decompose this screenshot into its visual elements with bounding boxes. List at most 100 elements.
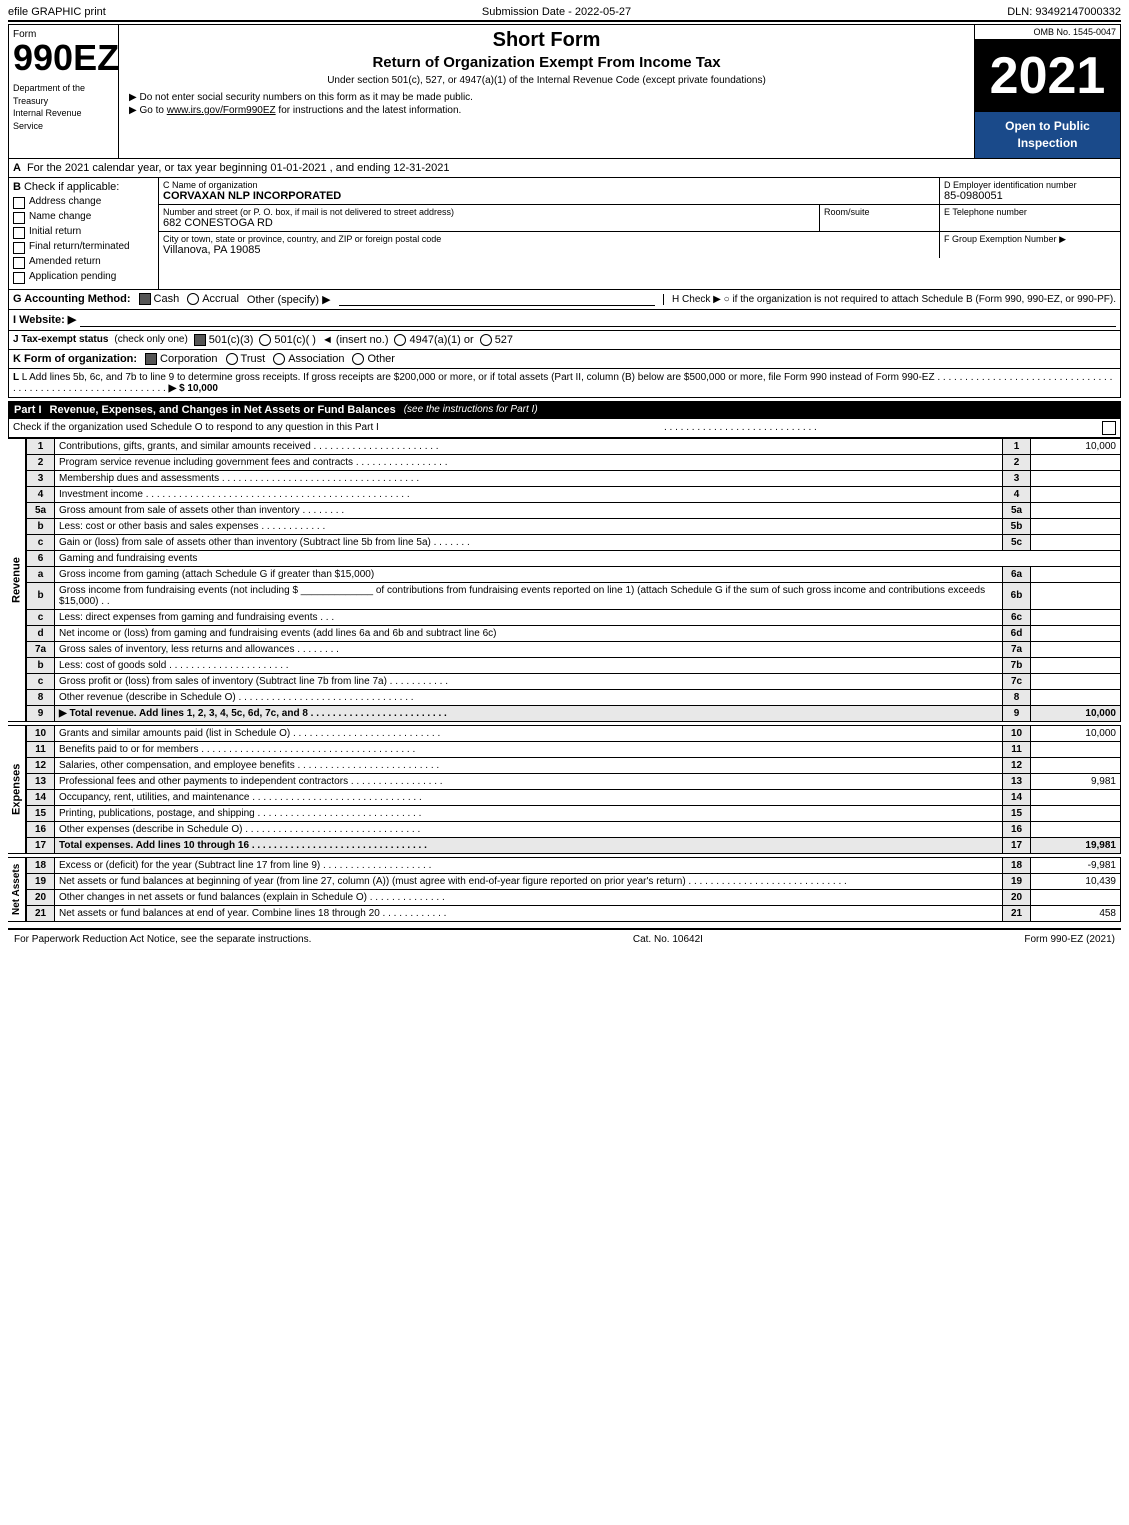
other-org-radio[interactable] — [352, 353, 364, 365]
efile-label: efile GRAPHIC print — [8, 6, 106, 18]
col-value — [1031, 889, 1121, 905]
col-num: 13 — [1003, 773, 1031, 789]
name-change-label: Name change — [29, 211, 91, 222]
revenue-section: Revenue 1 Contributions, gifts, grants, … — [8, 438, 1121, 722]
line-desc: Professional fees and other payments to … — [55, 773, 1003, 789]
trust-option[interactable]: Trust — [226, 353, 266, 365]
line-desc: Other changes in net assets or fund bala… — [55, 889, 1003, 905]
form-of-org-label: K Form of organization: — [13, 353, 137, 365]
line-desc: Less: cost or other basis and sales expe… — [55, 518, 1003, 534]
line-desc: Printing, publications, postage, and shi… — [55, 805, 1003, 821]
accrual-radio[interactable] — [187, 293, 199, 305]
net-assets-side-label: Net Assets — [8, 857, 26, 922]
col-num: 20 — [1003, 889, 1031, 905]
schedule-o-checkbox[interactable] — [1102, 421, 1116, 435]
line-num: c — [27, 609, 55, 625]
col-num: 3 — [1003, 470, 1031, 486]
527-option[interactable]: 527 — [480, 334, 513, 346]
cash-radio[interactable] — [139, 293, 151, 305]
col-value — [1031, 566, 1121, 582]
top-bar: efile GRAPHIC print Submission Date - 20… — [8, 4, 1121, 22]
cash-label: Cash — [154, 293, 180, 305]
501c-radio[interactable] — [259, 334, 271, 346]
4947a1-radio[interactable] — [394, 334, 406, 346]
line-desc: Total expenses. Add lines 10 through 16 … — [55, 837, 1003, 853]
initial-return-checkbox[interactable] — [13, 227, 25, 239]
col-num: 4 — [1003, 486, 1031, 502]
501c3-checkbox[interactable] — [194, 334, 206, 346]
amended-return-checkbox[interactable] — [13, 257, 25, 269]
name-change-item[interactable]: Name change — [13, 211, 154, 224]
org-name: CORVAXAN NLP INCORPORATED — [163, 190, 935, 202]
col-num: 2 — [1003, 454, 1031, 470]
table-row: 12 Salaries, other compensation, and emp… — [27, 757, 1121, 773]
col-num: 12 — [1003, 757, 1031, 773]
address-label: Number and street (or P. O. box, if mail… — [163, 207, 815, 217]
address-change-checkbox[interactable] — [13, 197, 25, 209]
insert-label: ◄ (insert no.) — [322, 334, 389, 346]
association-option[interactable]: Association — [273, 353, 344, 365]
accrual-label: Accrual — [202, 293, 239, 305]
corporation-option[interactable]: Corporation — [145, 353, 217, 365]
name-change-checkbox[interactable] — [13, 212, 25, 224]
527-radio[interactable] — [480, 334, 492, 346]
table-row: 16 Other expenses (describe in Schedule … — [27, 821, 1121, 837]
line-desc: Gain or (loss) from sale of assets other… — [55, 534, 1003, 550]
col-value — [1031, 641, 1121, 657]
col-num: 7c — [1003, 673, 1031, 689]
line-desc: Salaries, other compensation, and employ… — [55, 757, 1003, 773]
table-row: 11 Benefits paid to or for members . . .… — [27, 741, 1121, 757]
ein-value: 85-0980051 — [944, 190, 1116, 202]
address-change-item[interactable]: Address change — [13, 196, 154, 209]
section-a-label: A — [13, 162, 21, 174]
tax-status-label: J Tax-exempt status — [13, 334, 108, 345]
expenses-section: Expenses 10 Grants and similar amounts p… — [8, 725, 1121, 854]
col-value — [1031, 486, 1121, 502]
table-row: 20 Other changes in net assets or fund b… — [27, 889, 1121, 905]
omb-number: OMB No. 1545-0047 — [975, 25, 1120, 40]
trust-radio[interactable] — [226, 353, 238, 365]
table-row: 4 Investment income . . . . . . . . . . … — [27, 486, 1121, 502]
initial-return-item[interactable]: Initial return — [13, 226, 154, 239]
col-num: 16 — [1003, 821, 1031, 837]
amended-return-item[interactable]: Amended return — [13, 256, 154, 269]
final-return-item[interactable]: Final return/terminated — [13, 241, 154, 254]
open-to-public: Open to Public Inspection — [975, 112, 1120, 158]
line-desc: Gross amount from sale of assets other t… — [55, 502, 1003, 518]
website-value[interactable] — [80, 313, 1116, 327]
line-desc: Gross income from fundraising events (no… — [55, 582, 1003, 609]
line-desc: Other revenue (describe in Schedule O) .… — [55, 689, 1003, 705]
line-desc: Benefits paid to or for members . . . . … — [55, 741, 1003, 757]
application-pending-checkbox[interactable] — [13, 272, 25, 284]
4947a1-option[interactable]: 4947(a)(1) or — [394, 334, 473, 346]
line-desc: ▶ Total revenue. Add lines 1, 2, 3, 4, 5… — [55, 705, 1003, 721]
ein-label: D Employer identification number — [944, 180, 1116, 190]
accrual-radio-item[interactable]: Accrual — [187, 293, 239, 305]
line-desc: Net income or (loss) from gaming and fun… — [55, 625, 1003, 641]
col-num: 7b — [1003, 657, 1031, 673]
form-number: 990EZ — [13, 40, 114, 76]
table-row: d Net income or (loss) from gaming and f… — [27, 625, 1121, 641]
address-change-label: Address change — [29, 196, 101, 207]
line-num: c — [27, 673, 55, 689]
col-num: 5b — [1003, 518, 1031, 534]
cash-radio-item[interactable]: Cash — [139, 293, 180, 305]
other-org-option[interactable]: Other — [352, 353, 395, 365]
line-num: d — [27, 625, 55, 641]
other-org-label: Other — [367, 353, 395, 365]
col-num: 15 — [1003, 805, 1031, 821]
501c-option[interactable]: 501(c)( ) — [259, 334, 316, 346]
application-pending-item[interactable]: Application pending — [13, 271, 154, 284]
table-row: 6 Gaming and fundraising events — [27, 550, 1121, 566]
501c3-option[interactable]: 501(c)(3) — [194, 334, 254, 346]
line-desc: Gaming and fundraising events — [55, 550, 1121, 566]
line-num: 16 — [27, 821, 55, 837]
association-radio[interactable] — [273, 353, 285, 365]
table-row: 21 Net assets or fund balances at end of… — [27, 905, 1121, 921]
schedule-o-check: Check if the organization used Schedule … — [8, 419, 1121, 438]
final-return-checkbox[interactable] — [13, 242, 25, 254]
col-num: 6b — [1003, 582, 1031, 609]
line-num: 21 — [27, 905, 55, 921]
room-label: Room/suite — [824, 207, 935, 217]
corporation-checkbox[interactable] — [145, 353, 157, 365]
